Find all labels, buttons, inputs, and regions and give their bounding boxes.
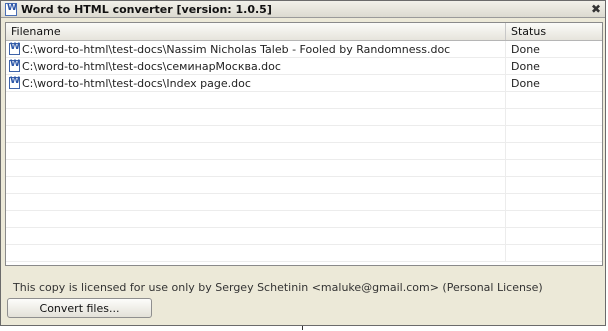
- empty-row: [6, 245, 602, 262]
- empty-row: [6, 194, 602, 211]
- grid-header: Filename Status: [6, 23, 602, 41]
- empty-row: [6, 228, 602, 245]
- converter-window: Word to HTML converter [version: 1.0.5] …: [0, 0, 606, 326]
- empty-row: [6, 143, 602, 160]
- column-header-status[interactable]: Status: [506, 23, 602, 40]
- empty-row: [6, 160, 602, 177]
- word-doc-icon: [9, 59, 20, 72]
- title-bar: Word to HTML converter [version: 1.0.5] …: [1, 1, 605, 18]
- table-row[interactable]: C:\word-to-html\test-docs\семинарМосква.…: [6, 58, 602, 75]
- convert-files-button[interactable]: Convert files...: [7, 298, 152, 318]
- empty-row: [6, 109, 602, 126]
- empty-row: [6, 92, 602, 109]
- filename-text: C:\word-to-html\test-docs\семинарМосква.…: [22, 59, 281, 73]
- table-row[interactable]: C:\word-to-html\test-docs\Nassim Nichola…: [6, 41, 602, 58]
- table-row[interactable]: C:\word-to-html\test-docs\Index page.doc…: [6, 75, 602, 92]
- filename-cell: C:\word-to-html\test-docs\семинарМосква.…: [6, 58, 506, 74]
- word-doc-icon: [5, 2, 17, 16]
- status-cell: Done: [511, 60, 540, 73]
- close-icon[interactable]: ✖: [591, 2, 601, 16]
- window-title: Word to HTML converter [version: 1.0.5]: [21, 2, 272, 16]
- empty-row: [6, 211, 602, 228]
- empty-row: [6, 177, 602, 194]
- filename-text: C:\word-to-html\test-docs\Nassim Nichola…: [22, 42, 451, 56]
- word-doc-icon: [9, 42, 20, 55]
- filename-cell: C:\word-to-html\test-docs\Nassim Nichola…: [6, 41, 506, 57]
- divider: [302, 326, 303, 330]
- status-cell: Done: [511, 77, 540, 90]
- empty-row: [6, 126, 602, 143]
- files-grid[interactable]: Filename Status C:\word-to-html\test-doc…: [5, 22, 603, 266]
- license-text: This copy is licensed for use only by Se…: [13, 281, 543, 294]
- word-doc-icon: [9, 76, 20, 89]
- filename-text: C:\word-to-html\test-docs\Index page.doc: [22, 76, 251, 90]
- column-header-filename[interactable]: Filename: [6, 23, 506, 40]
- filename-cell: C:\word-to-html\test-docs\Index page.doc: [6, 75, 506, 91]
- status-cell: Done: [511, 43, 540, 56]
